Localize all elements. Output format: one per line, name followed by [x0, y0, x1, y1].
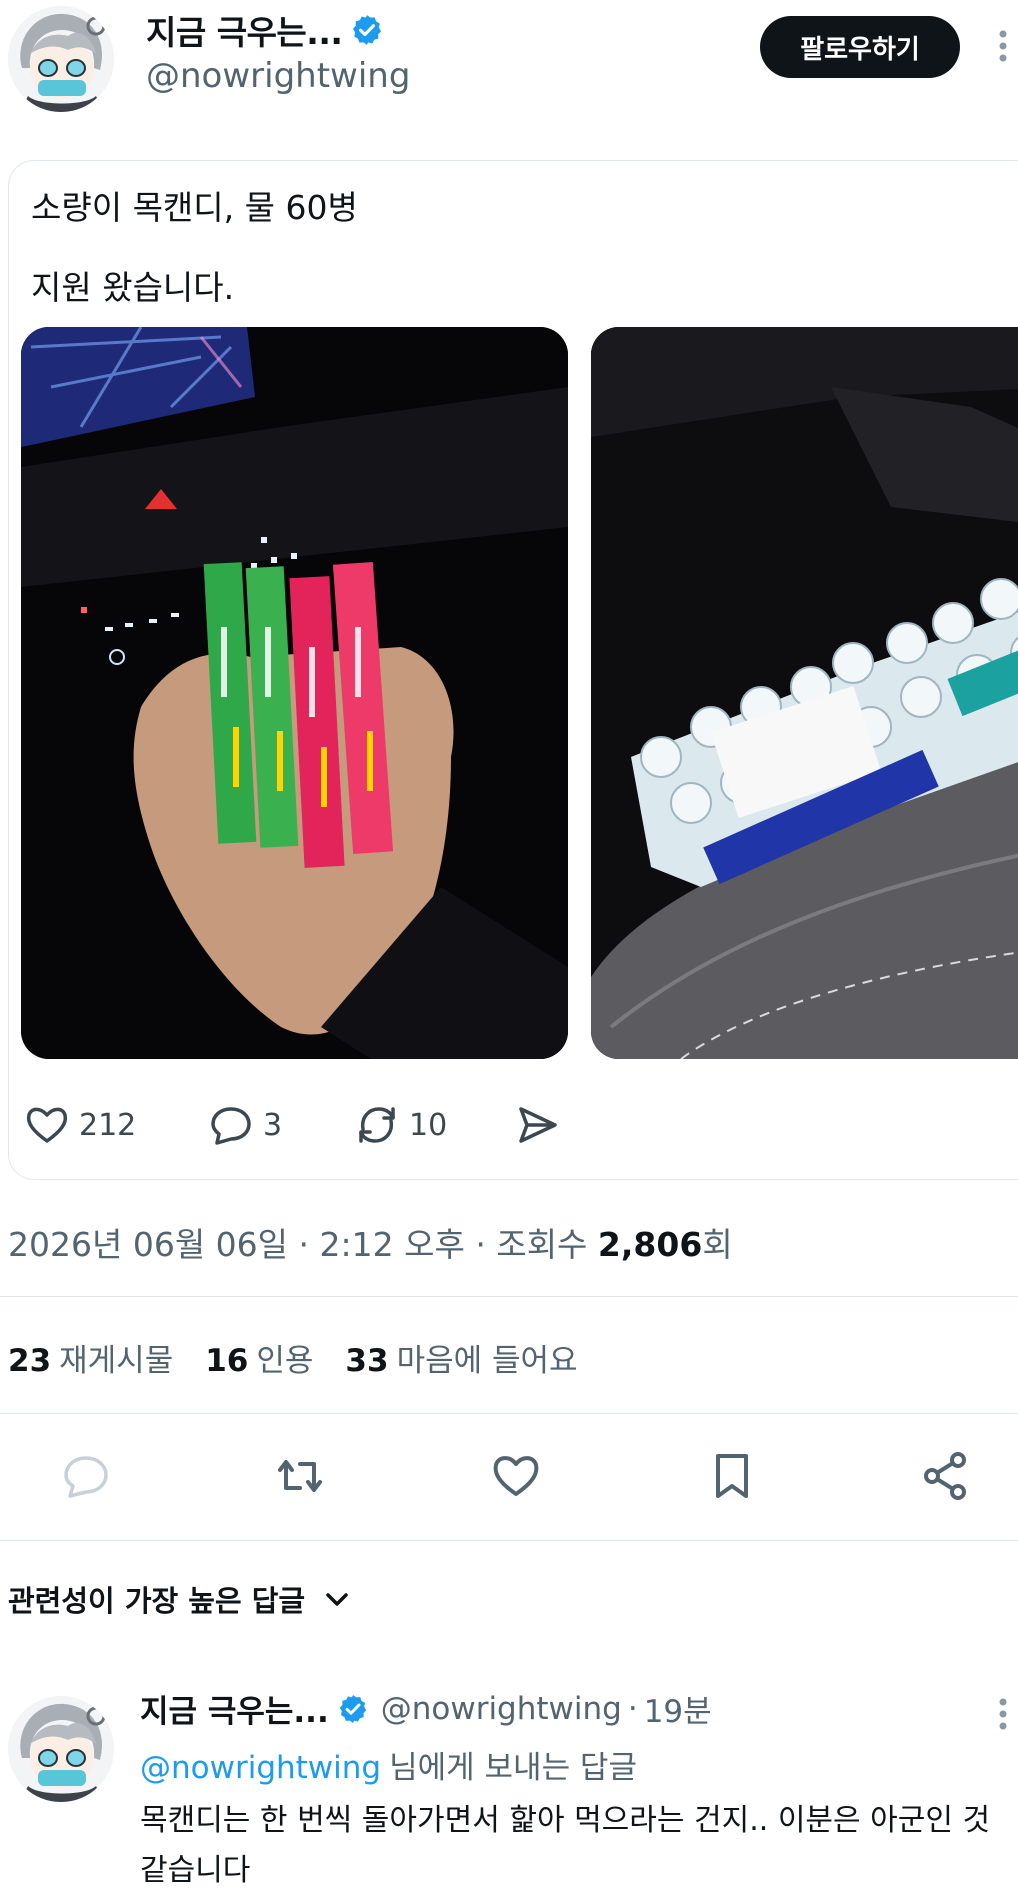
reposts-count-link[interactable]: 23 재게시물: [8, 1335, 173, 1380]
more-options-icon[interactable]: [990, 26, 1016, 66]
embedded-post-card[interactable]: 소량이 목캔디, 물 60병 지원 왔습니다. 212 3 10: [8, 160, 1018, 1180]
author-handle[interactable]: @nowrightwing: [146, 56, 410, 96]
follow-button[interactable]: 팔로우하기: [760, 16, 960, 78]
embedded-post-stats: 212 3 10: [23, 1099, 623, 1151]
views-count: 2,806: [597, 1225, 703, 1264]
heart-icon: [26, 1107, 68, 1143]
share-icon[interactable]: [918, 1448, 974, 1504]
embedded-like-stat[interactable]: 212: [23, 1099, 136, 1151]
quotes-count-link[interactable]: 16 인용: [205, 1335, 313, 1380]
photo-hand-candy-icon: [21, 327, 568, 1059]
embedded-repost-stat[interactable]: 10: [353, 1099, 447, 1151]
embedded-repost-count: 10: [409, 1107, 448, 1143]
verified-badge-icon: [353, 15, 382, 45]
embedded-reply-stat[interactable]: 3: [207, 1099, 282, 1151]
reposts-label: 재게시물: [59, 1343, 174, 1379]
reply-separator: ·: [627, 1690, 638, 1727]
reply-header: 지금 극우는... @nowrightwing · 19분: [140, 1686, 712, 1731]
photo-water-bottles-icon: [591, 327, 1018, 1059]
post-photo-candy[interactable]: [21, 327, 568, 1059]
replying-to-line: @nowrightwing 님에게 보내는 답글: [140, 1742, 637, 1787]
reply-author-handle[interactable]: @nowrightwing: [381, 1691, 622, 1727]
embedded-reply-count: 3: [263, 1107, 283, 1143]
views-suffix: 회: [702, 1225, 733, 1264]
repost-icon[interactable]: [272, 1448, 328, 1504]
reply-icon[interactable]: [58, 1448, 114, 1504]
more-options-icon[interactable]: [990, 1694, 1016, 1734]
verified-badge-icon: [339, 1694, 366, 1723]
author-display-name[interactable]: 지금 극우는...: [146, 6, 343, 54]
reply-author-avatar[interactable]: [8, 1696, 114, 1802]
likes-label: 마음에 들어요: [396, 1343, 578, 1379]
divider: [0, 1296, 1018, 1297]
embedded-send-stat[interactable]: [513, 1099, 561, 1151]
quotes-number: 16: [205, 1343, 249, 1379]
reply-time[interactable]: 19분: [644, 1686, 712, 1731]
reply-author-name[interactable]: 지금 극우는...: [140, 1686, 329, 1731]
reply-text: 목캔디는 한 번씩 돌아가면서 핥아 먹으라는 건지.. 이분은 아군인 것 같…: [140, 1803, 991, 1888]
likes-number: 33: [345, 1343, 389, 1379]
bookmark-icon[interactable]: [704, 1448, 760, 1504]
reposts-number: 23: [8, 1343, 52, 1379]
replying-to-mention[interactable]: @nowrightwing: [140, 1750, 381, 1786]
post-header: 지금 극우는... @nowrightwing 팔로우하기: [0, 0, 1018, 130]
post-text-line-2: 지원 왔습니다.: [31, 268, 235, 307]
embedded-like-count: 212: [79, 1107, 137, 1143]
like-icon[interactable]: [488, 1448, 544, 1504]
divider: [0, 1540, 1018, 1541]
likes-count-link[interactable]: 33 마음에 들어요: [345, 1335, 577, 1380]
meta-separator: ·: [298, 1225, 320, 1264]
replies-sort-label: 관련성이 가장 높은 답글: [8, 1584, 306, 1618]
divider: [0, 1413, 1018, 1414]
meta-separator: ·: [475, 1225, 497, 1264]
reply-bubble-icon: [211, 1107, 251, 1145]
post-text-line-1: 소량이 목캔디, 물 60병: [31, 188, 358, 227]
replies-sort-dropdown[interactable]: 관련성이 가장 높은 답글: [8, 1578, 353, 1620]
post-action-bar: [0, 1440, 1018, 1510]
post-photo-water[interactable]: [591, 327, 1018, 1059]
author-avatar[interactable]: [8, 6, 114, 112]
post-time[interactable]: 2:12 오후: [320, 1225, 465, 1264]
post-timestamp: 2026년 06월 06일 · 2:12 오후 · 조회수 2,806회: [8, 1218, 733, 1266]
quotes-label: 인용: [256, 1343, 314, 1379]
chevron-down-icon: [326, 1593, 348, 1606]
engagement-counts: 23 재게시물 16 인용 33 마음에 들어요: [8, 1335, 610, 1380]
views-label: 조회수: [496, 1225, 588, 1264]
replying-to-suffix: 님에게 보내는 답글: [389, 1750, 637, 1786]
repost-icon: [359, 1107, 395, 1143]
send-icon: [519, 1107, 557, 1143]
author-name-row: 지금 극우는...: [146, 6, 384, 54]
post-date[interactable]: 2026년 06월 06일: [8, 1225, 288, 1264]
